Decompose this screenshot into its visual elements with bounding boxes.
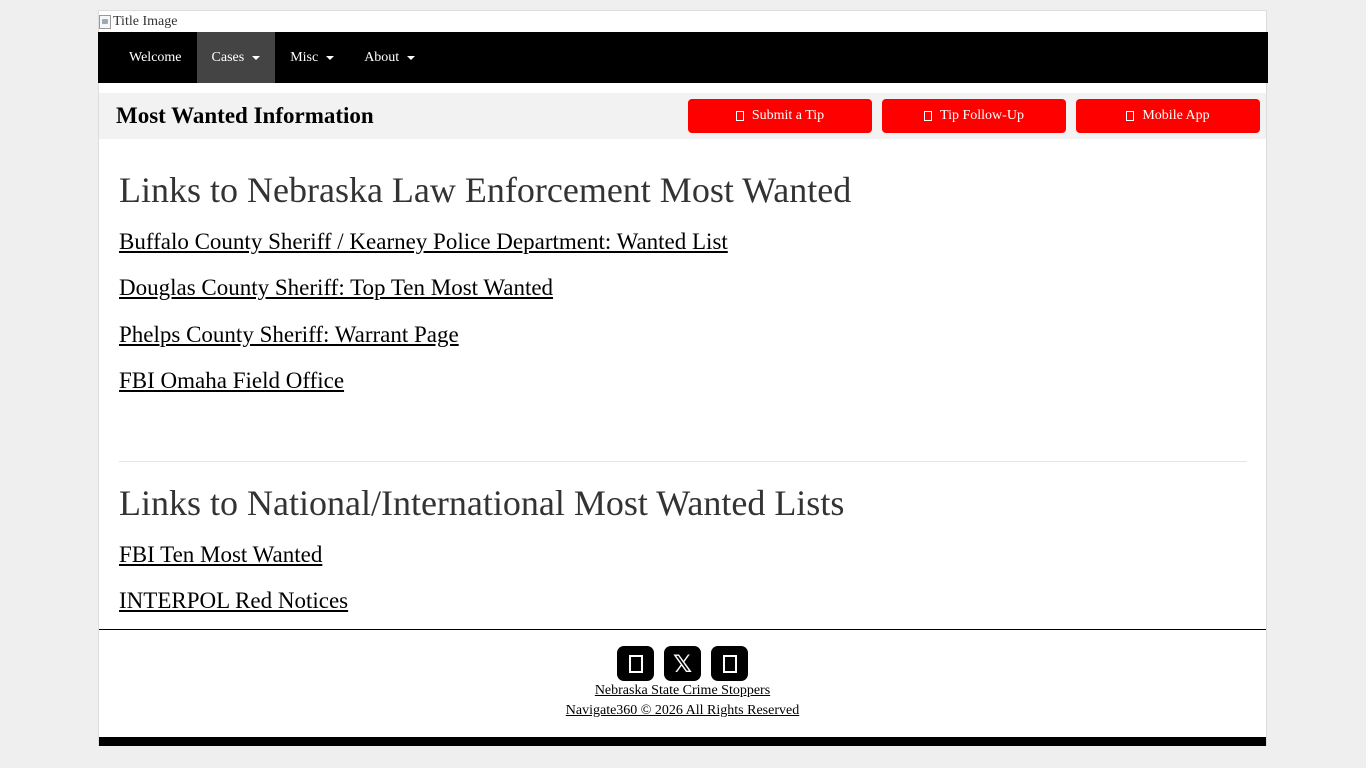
x-button[interactable]: 𝕏: [664, 646, 701, 681]
link-buffalo-county[interactable]: Buffalo County Sheriff / Kearney Police …: [119, 229, 728, 255]
submit-tip-label: Submit a Tip: [751, 108, 825, 123]
footer-org-link[interactable]: Nebraska State Crime Stoppers: [99, 683, 1266, 699]
nav-item-cases[interactable]: Cases: [196, 32, 276, 83]
title-image: Title Image: [99, 11, 1266, 32]
facebook-icon: [628, 654, 643, 673]
mobile-icon: [1126, 111, 1135, 121]
link-phelps-county[interactable]: Phelps County Sheriff: Warrant Page: [119, 322, 459, 348]
caret-down-icon: [407, 55, 416, 60]
mobile-app-label: Mobile App: [1142, 108, 1210, 123]
footer-copyright-link[interactable]: Navigate360 © 2026 All Rights Reserved: [99, 703, 1266, 719]
nav-item-label: Welcome: [129, 49, 182, 65]
info-bar: Most Wanted Information Submit a Tip Tip…: [99, 93, 1266, 139]
link-interpol-red-notices[interactable]: INTERPOL Red Notices: [119, 588, 348, 614]
footer-divider: [99, 629, 1266, 630]
main-navbar: Welcome Cases Misc About: [98, 32, 1268, 83]
section-heading-nebraska: Links to Nebraska Law Enforcement Most W…: [119, 170, 852, 210]
instagram-icon: [722, 654, 737, 673]
section-divider: [119, 461, 1247, 462]
facebook-button[interactable]: [617, 646, 654, 681]
nav-item-label: Misc: [290, 49, 319, 65]
x-icon: 𝕏: [672, 649, 693, 678]
link-douglas-county[interactable]: Douglas County Sheriff: Top Ten Most Wan…: [119, 275, 553, 301]
tip-follow-up-button[interactable]: Tip Follow-Up: [882, 99, 1066, 133]
broken-image-icon: [99, 14, 111, 29]
caret-down-icon: [252, 55, 261, 60]
shield-icon: [735, 111, 744, 121]
link-fbi-omaha[interactable]: FBI Omaha Field Office: [119, 368, 344, 394]
nav-item-about[interactable]: About: [349, 32, 430, 83]
page-title: Most Wanted Information: [116, 103, 374, 128]
nav-item-label: About: [364, 49, 400, 65]
bottom-bar: [99, 737, 1266, 746]
title-image-alt: Title Image: [113, 14, 178, 29]
instagram-button[interactable]: [711, 646, 748, 681]
link-fbi-ten-most-wanted[interactable]: FBI Ten Most Wanted: [119, 542, 322, 568]
social-links: 𝕏: [99, 646, 1266, 681]
nav-item-welcome[interactable]: Welcome: [114, 32, 197, 83]
section-heading-national: Links to National/International Most Wan…: [119, 483, 845, 523]
mobile-app-button[interactable]: Mobile App: [1076, 99, 1260, 133]
clipboard-icon: [924, 111, 933, 121]
caret-down-icon: [326, 55, 335, 60]
page-container: Title Image Welcome Cases Misc About Mos…: [98, 10, 1268, 746]
tip-follow-up-label: Tip Follow-Up: [940, 108, 1024, 123]
nav-item-misc[interactable]: Misc: [275, 32, 349, 83]
nav-item-label: Cases: [211, 49, 245, 65]
submit-tip-button[interactable]: Submit a Tip: [688, 99, 872, 133]
